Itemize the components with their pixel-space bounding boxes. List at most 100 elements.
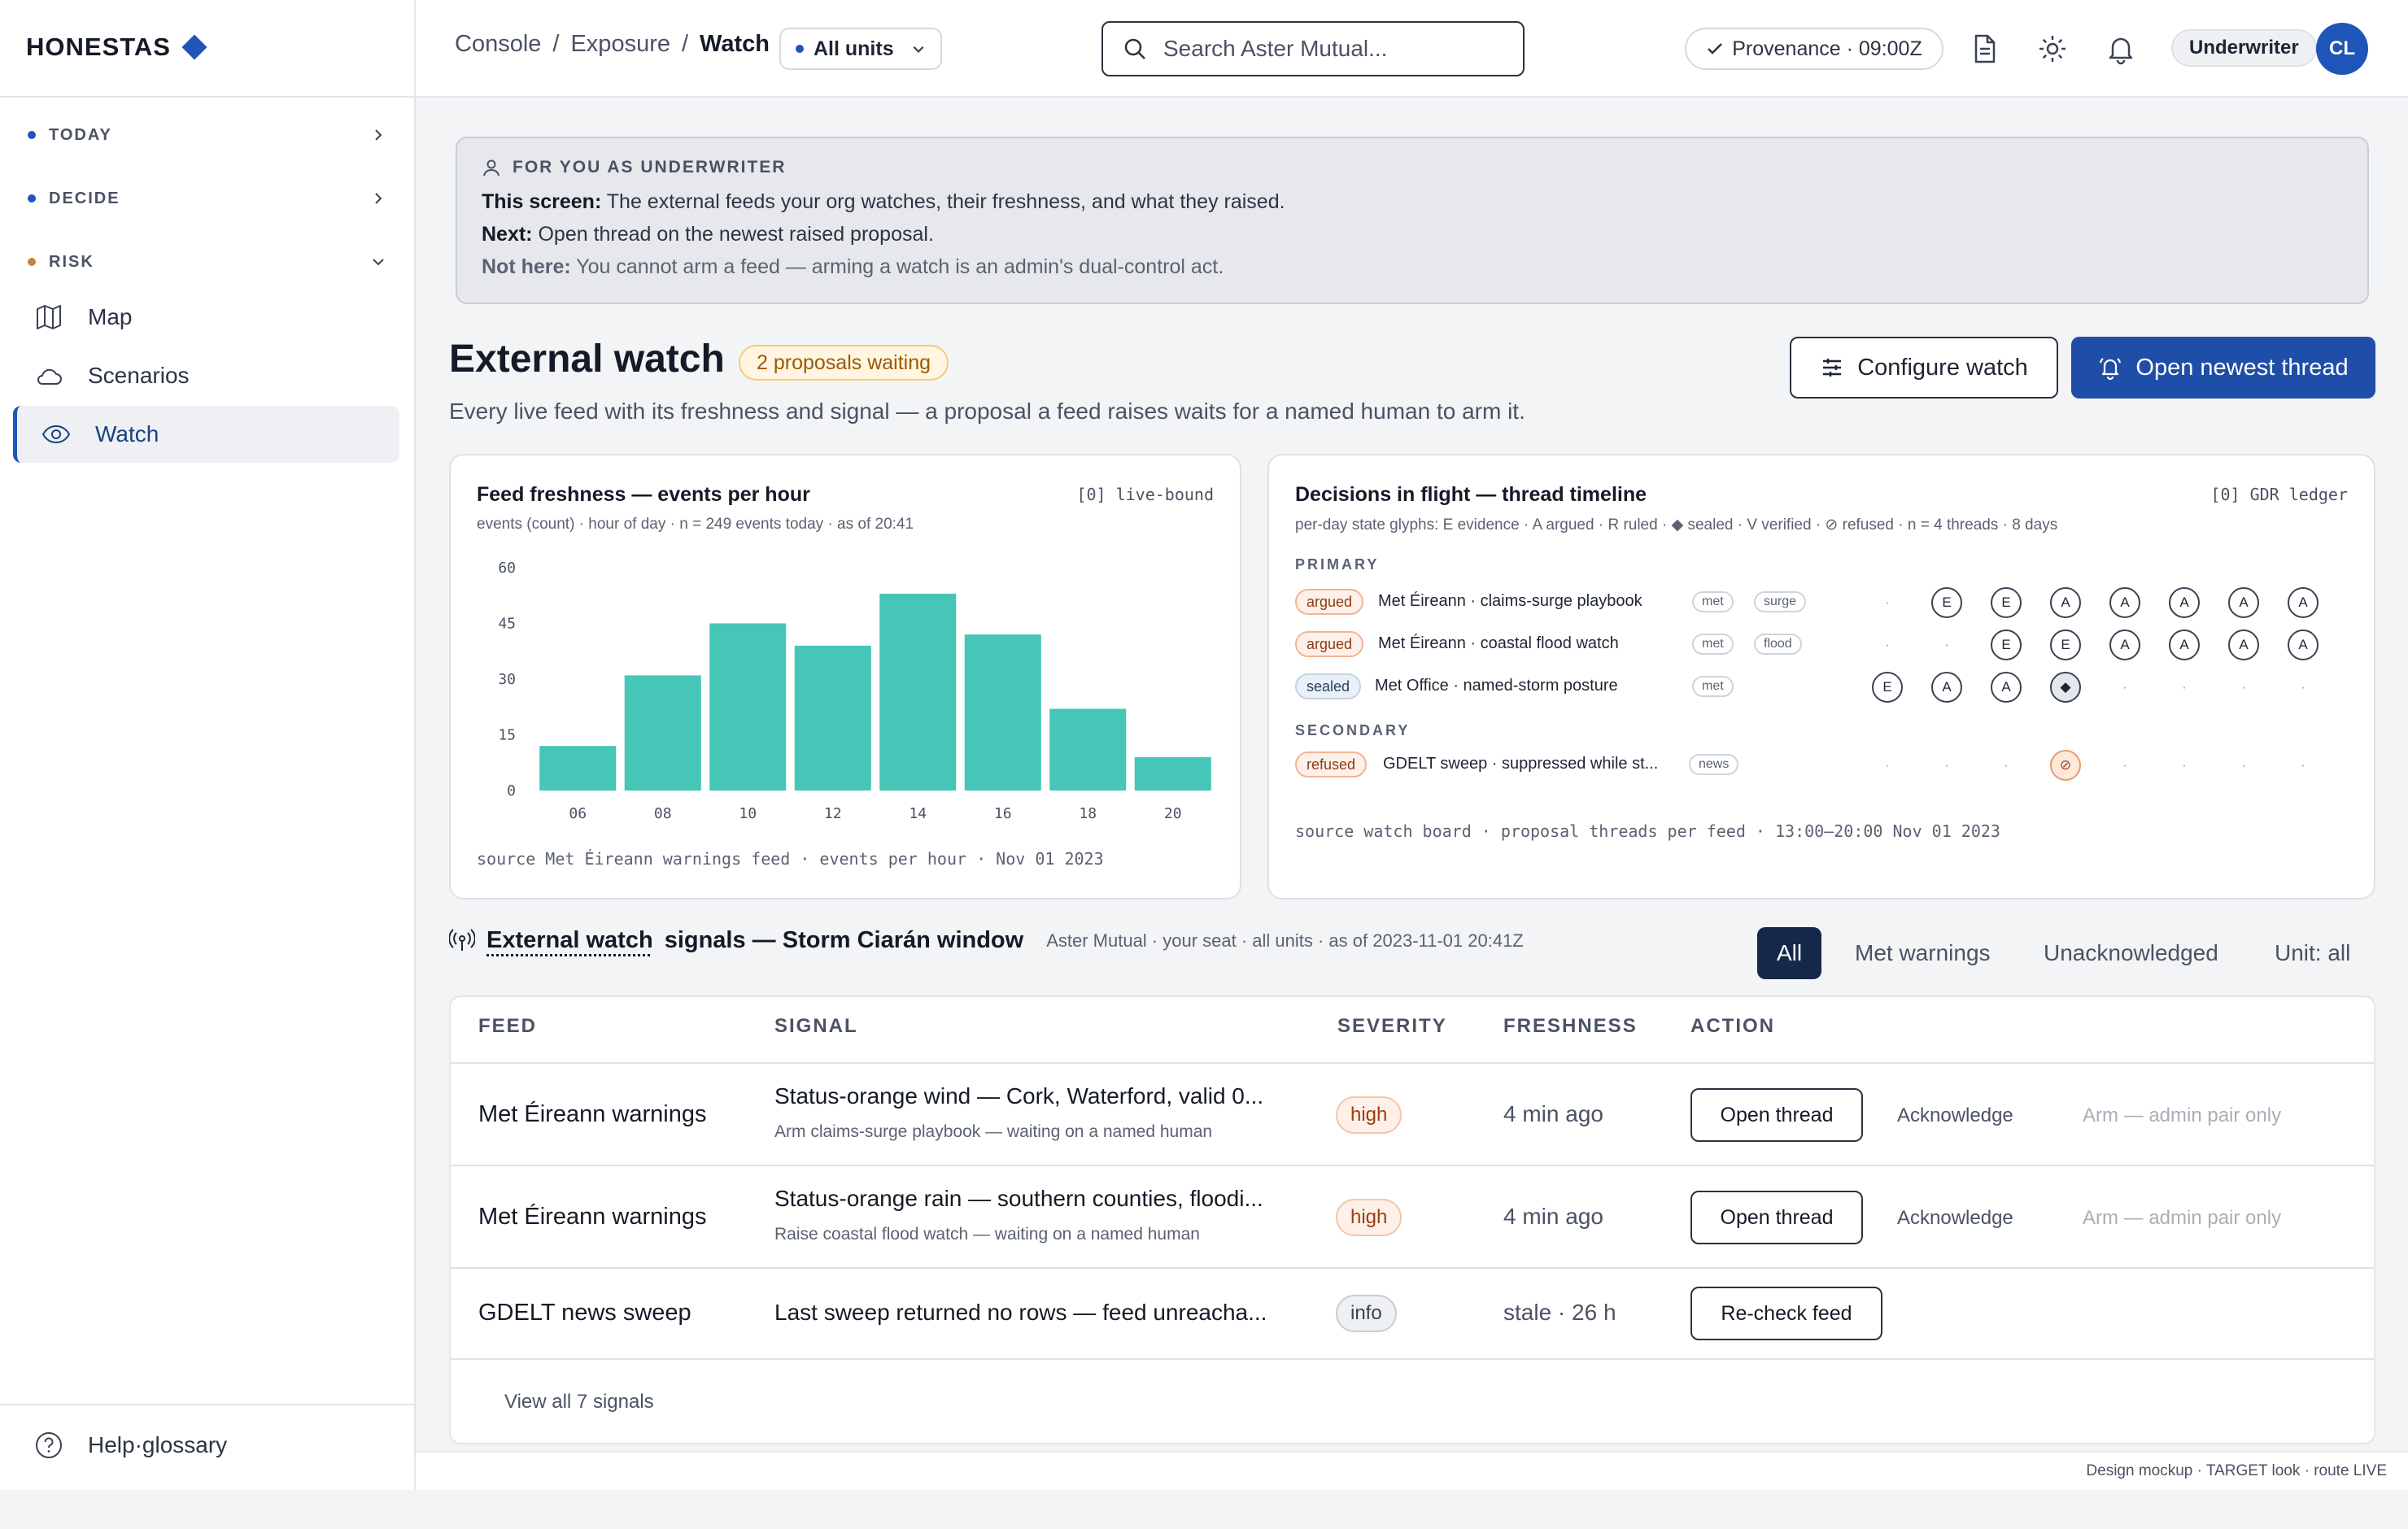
thread-name: Met Éireann · coastal flood watch — [1378, 634, 1619, 652]
banner-next-line: Next: Open thread on the newest raised p… — [482, 218, 2343, 250]
thread-row[interactable]: argued Met Éireann · claims-surge playboo… — [1295, 586, 2348, 618]
units-dropdown[interactable]: All units — [779, 28, 942, 70]
thread-tag: news — [1689, 754, 1739, 775]
eye-icon — [41, 425, 71, 444]
avatar[interactable]: CL — [2316, 23, 2368, 75]
notification-bell-icon[interactable] — [2105, 33, 2137, 65]
sidebar-group-label: TODAY — [49, 125, 112, 144]
column-header-severity: SEVERITY — [1337, 1015, 1447, 1037]
thread-row[interactable]: sealed Met Office · named-storm posture me… — [1295, 670, 2348, 703]
filter-unit[interactable]: Unit: all — [2255, 927, 2370, 979]
sidebar-item-scenarios[interactable]: Scenarios — [13, 347, 399, 404]
filter-unacknowledged[interactable]: Unacknowledged — [2024, 927, 2238, 979]
sidebar-item-map[interactable]: Map — [13, 289, 399, 346]
provenance-badge[interactable]: Provenance · 09:00Z — [1685, 28, 1943, 70]
thread-row[interactable]: refused GDELT sweep · suppressed while st… — [1295, 748, 2348, 781]
x-tick-label: 20 — [1164, 805, 1182, 822]
x-tick-label: 16 — [994, 805, 1012, 822]
breadcrumb-exposure[interactable]: Exposure — [570, 31, 670, 58]
card-title: Feed freshness — events per hour — [477, 483, 810, 506]
open-newest-thread-button[interactable]: Open newest thread — [2071, 337, 2375, 399]
group-dot — [28, 258, 36, 266]
bar-14[interactable] — [879, 593, 957, 791]
theme-sun-icon[interactable] — [2036, 33, 2069, 65]
state-glyph: · — [2241, 757, 2246, 773]
table-row: GDELT news sweep Last sweep returned no … — [451, 1269, 2374, 1360]
open-thread-button[interactable]: Open thread — [1690, 1191, 1863, 1244]
page-subtitle: Every live feed with its freshness and s… — [449, 399, 1525, 424]
sidebar-group-today[interactable]: TODAY — [28, 119, 385, 151]
recheck-feed-button[interactable]: Re-check feed — [1690, 1287, 1882, 1340]
row-signal[interactable]: Status-orange wind — Cork, Waterford, va… — [774, 1083, 1295, 1109]
banner-not-line: Not here: You cannot arm a feed — arming… — [482, 250, 2343, 283]
state-glyph: A — [2228, 587, 2259, 618]
bar-06[interactable] — [539, 746, 617, 791]
banner-not-label: Not here: — [482, 255, 571, 278]
sidebar-group-label: DECIDE — [49, 189, 120, 207]
help-label: Help·glossary — [88, 1432, 228, 1457]
row-signal[interactable]: Last sweep returned no rows — feed unrea… — [774, 1300, 1295, 1326]
sidebar-group-decide[interactable]: DECIDE — [28, 182, 385, 215]
thread-state-badge: argued — [1295, 631, 1364, 657]
state-glyph: E — [2050, 629, 2081, 660]
role-badge[interactable]: Underwriter — [2171, 29, 2317, 67]
severity-badge: info — [1336, 1295, 1397, 1332]
table-row: Met Éireann warnings Status-orange rain … — [451, 1166, 2374, 1269]
brand-logo[interactable]: HONESTAS — [26, 33, 207, 62]
primary-section-label: PRIMARY — [1295, 556, 1380, 573]
bar-20[interactable] — [1134, 756, 1211, 791]
configure-watch-button[interactable]: Configure watch — [1790, 337, 2058, 399]
thread-timeline-card: Decisions in flight — thread timeline [0… — [1267, 454, 2375, 900]
row-feed: Met Éireann warnings — [478, 1101, 707, 1127]
state-glyph: A — [2109, 587, 2140, 618]
breadcrumb-console[interactable]: Console — [455, 31, 541, 58]
x-tick-label: 14 — [909, 805, 927, 822]
filter-all[interactable]: All — [1757, 927, 1822, 979]
banner-screen-text: The external feeds your org watches, the… — [606, 190, 1285, 213]
sidebar-group-risk[interactable]: RISK — [28, 246, 385, 278]
bar-12[interactable] — [794, 645, 871, 791]
broadcast-icon — [449, 928, 475, 951]
help-icon — [36, 1432, 62, 1458]
banner-next-text: Open thread on the newest raised proposa… — [538, 223, 934, 246]
acknowledge-link[interactable]: Acknowledge — [1897, 1207, 2013, 1230]
bar-10[interactable] — [709, 623, 787, 791]
proposals-waiting-badge[interactable]: 2 proposals waiting — [739, 345, 949, 381]
y-tick-label: 0 — [507, 782, 516, 799]
column-header-freshness: FRESHNESS — [1503, 1015, 1638, 1037]
provenance-text: Provenance · 09:00Z — [1732, 37, 1922, 60]
acknowledge-link[interactable]: Acknowledge — [1897, 1104, 2013, 1127]
state-glyph: E — [1931, 587, 1962, 618]
state-glyph: · — [2301, 757, 2305, 773]
card-tag: [0] GDR ledger — [2210, 485, 2348, 504]
view-all-signals-link[interactable]: View all 7 signals — [504, 1391, 654, 1414]
sidebar-item-label: Watch — [95, 421, 159, 447]
filter-met-warnings[interactable]: Met warnings — [1835, 927, 2010, 979]
search-input[interactable]: Search Aster Mutual... — [1101, 21, 1525, 76]
brand-diamond-icon — [181, 34, 207, 60]
thread-tag: surge — [1754, 591, 1807, 612]
sliders-icon — [1823, 359, 1842, 377]
thread-tag: met — [1692, 634, 1734, 655]
help-glossary-link[interactable]: Help·glossary — [34, 1425, 227, 1466]
bar-18[interactable] — [1049, 708, 1127, 791]
open-thread-button[interactable]: Open thread — [1690, 1088, 1863, 1142]
thread-tag: flood — [1754, 634, 1802, 655]
document-icon[interactable] — [1968, 33, 2000, 65]
arm-disabled-text: Arm — admin pair only — [2083, 1207, 2282, 1229]
bar-16[interactable] — [964, 634, 1041, 791]
sidebar: HONESTAS TODAY DECIDE RISK Map Scenarios… — [0, 0, 416, 1490]
thread-row[interactable]: argued Met Éireann · coastal flood watch m… — [1295, 628, 2348, 660]
banner-heading: FOR YOU AS UNDERWRITER — [482, 158, 2343, 177]
signals-title-link[interactable]: External watch — [486, 927, 653, 954]
y-tick-label: 60 — [498, 560, 516, 577]
sidebar-item-watch[interactable]: Watch — [13, 406, 399, 463]
check-icon — [1708, 43, 1723, 54]
thread-name: Met Office · named-storm posture — [1375, 677, 1618, 695]
bar-08[interactable] — [624, 675, 701, 791]
state-glyph: A — [1991, 672, 2022, 703]
column-header-action: ACTION — [1690, 1015, 1775, 1037]
group-dot — [28, 131, 36, 139]
state-glyph: E — [1991, 629, 2022, 660]
row-signal[interactable]: Status-orange rain — southern counties, … — [774, 1186, 1295, 1212]
